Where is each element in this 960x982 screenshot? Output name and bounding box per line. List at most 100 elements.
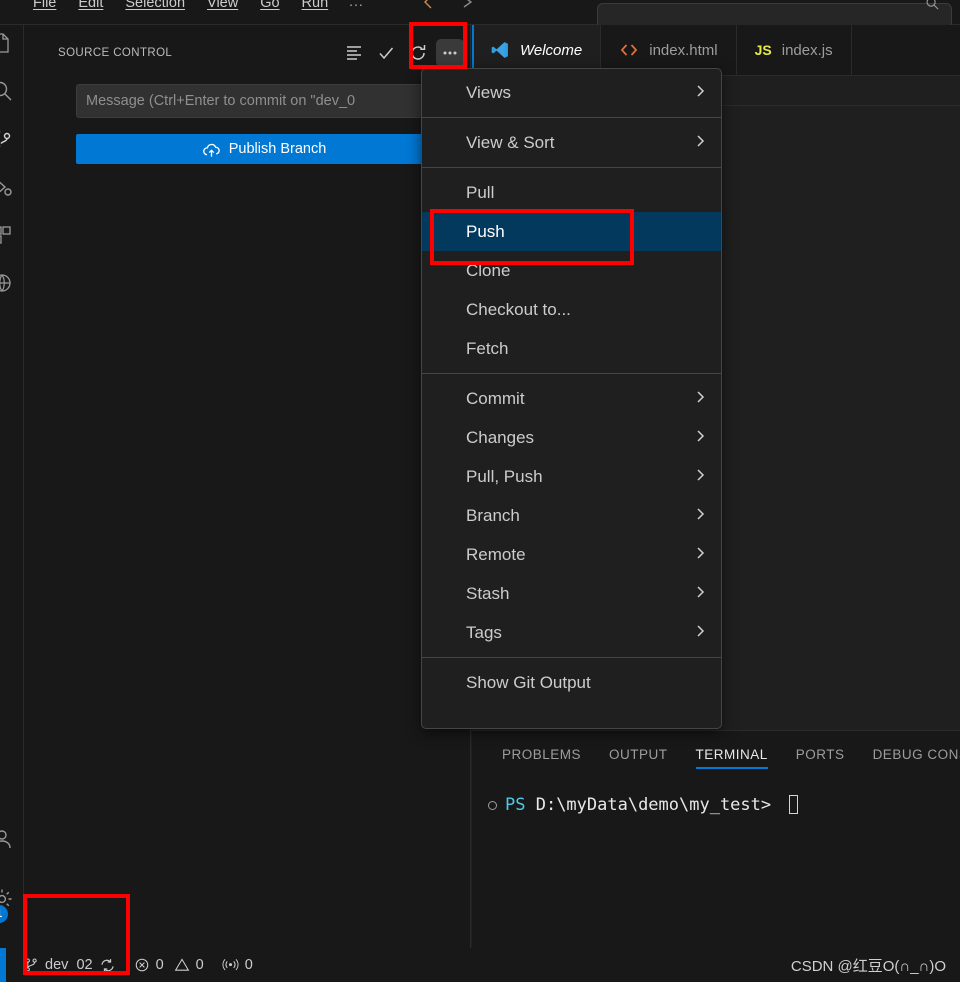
menu-item-tags[interactable]: Tags bbox=[422, 613, 721, 652]
arrow-right-icon[interactable] bbox=[458, 0, 476, 11]
vscode-logo-icon bbox=[490, 40, 510, 60]
panel-tab-bar: PROBLEMS OUTPUT TERMINAL PORTS DEBUG CON… bbox=[472, 731, 960, 777]
menu-item-changes[interactable]: Changes bbox=[422, 418, 721, 457]
menu-item-pull-push[interactable]: Pull, Push bbox=[422, 457, 721, 496]
status-ports-count: 0 bbox=[244, 957, 253, 973]
chevron-right-icon bbox=[694, 467, 707, 487]
menu-item-view-and-sort-label: View & Sort bbox=[466, 132, 555, 152]
menu-overflow-button[interactable]: ... bbox=[339, 0, 374, 9]
menu-item-view-and-sort[interactable]: View & Sort bbox=[422, 123, 721, 162]
source-control-header: SOURCE CONTROL bbox=[24, 35, 470, 70]
remote-indicator[interactable] bbox=[0, 948, 6, 982]
menu-separator bbox=[422, 657, 721, 658]
terminal-output[interactable]: PS D:\myData\demo\my_test> bbox=[472, 777, 960, 815]
menu-item-views-label: Views bbox=[466, 82, 512, 102]
menu-file-label: File bbox=[33, 0, 57, 11]
publish-branch-button[interactable]: Publish Branch bbox=[76, 134, 452, 164]
status-warning-count: 0 bbox=[195, 957, 204, 973]
menu-item-commit[interactable]: Commit bbox=[422, 379, 721, 418]
terminal-prompt-path: D:\myData\demo\my_test> bbox=[535, 795, 782, 815]
tab-index-html-label: index.html bbox=[649, 41, 718, 59]
menu-item-pull-push-label: Pull, Push bbox=[466, 466, 543, 486]
menu-item-checkout-to-label: Checkout to... bbox=[466, 299, 571, 319]
menu-run-label: Run bbox=[301, 0, 329, 11]
commit-message-input[interactable]: Message (Ctrl+Enter to commit on "dev_0 bbox=[76, 84, 452, 118]
list-icon[interactable] bbox=[340, 39, 368, 67]
menu-item-views[interactable]: Views bbox=[422, 73, 721, 112]
source-control-icon[interactable] bbox=[0, 115, 23, 163]
navigation-arrows bbox=[420, 0, 476, 11]
chevron-right-icon bbox=[694, 506, 707, 526]
arrow-left-icon[interactable] bbox=[420, 0, 438, 11]
menu-separator bbox=[422, 117, 721, 118]
menu-item-selection[interactable]: Selection bbox=[114, 0, 196, 16]
watermark: CSDN @红豆O(∩_∩)O bbox=[790, 957, 946, 975]
status-ports[interactable]: 0 bbox=[213, 948, 262, 982]
menu-item-changes-label: Changes bbox=[466, 427, 535, 447]
remote-icon[interactable] bbox=[0, 259, 23, 307]
menu-item-branch[interactable]: Branch bbox=[422, 496, 721, 535]
chevron-right-icon bbox=[694, 133, 707, 153]
menu-go-label: Go bbox=[260, 0, 280, 11]
menu-item-commit-label: Commit bbox=[466, 388, 525, 408]
terminal-cursor bbox=[789, 795, 799, 814]
menu-item-stash[interactable]: Stash bbox=[422, 574, 721, 613]
search-icon bbox=[925, 0, 940, 26]
extensions-icon[interactable] bbox=[0, 211, 23, 259]
menu-item-file[interactable]: File bbox=[22, 0, 67, 16]
chevron-right-icon bbox=[694, 428, 707, 448]
terminal-prompt-prefix: PS bbox=[505, 795, 536, 815]
menu-item-pull[interactable]: Pull bbox=[422, 173, 721, 212]
menu-item-go[interactable]: Go bbox=[249, 0, 290, 16]
tab-index-js-label: index.js bbox=[781, 41, 833, 59]
menu-edit-label: Edit bbox=[78, 0, 104, 11]
tab-problems[interactable]: PROBLEMS bbox=[502, 731, 581, 777]
files-icon[interactable] bbox=[0, 25, 23, 67]
check-icon[interactable] bbox=[372, 39, 400, 67]
menu-item-edit[interactable]: Edit bbox=[67, 0, 114, 16]
git-context-menu: Views View & Sort Pull Push Clone Checko… bbox=[421, 68, 722, 729]
cloud-upload-icon bbox=[202, 140, 221, 159]
account-icon[interactable] bbox=[0, 815, 23, 863]
error-icon bbox=[134, 957, 150, 973]
page-title: SOURCE CONTROL bbox=[58, 46, 173, 59]
menu-item-branch-label: Branch bbox=[466, 505, 520, 525]
tab-output[interactable]: OUTPUT bbox=[609, 731, 668, 777]
activity-bar: 1 bbox=[0, 25, 24, 948]
menu-separator bbox=[422, 373, 721, 374]
html-icon bbox=[619, 42, 639, 58]
menu-item-show-git-output-label: Show Git Output bbox=[466, 672, 591, 692]
menu-item-view[interactable]: View bbox=[196, 0, 249, 16]
chevron-right-icon bbox=[694, 83, 707, 103]
chevron-right-icon bbox=[694, 584, 707, 604]
commit-message-placeholder: Message (Ctrl+Enter to commit on "dev_0 bbox=[86, 93, 356, 109]
tab-debug-console[interactable]: DEBUG CONSOLE bbox=[873, 731, 960, 777]
menu-item-show-git-output[interactable]: Show Git Output bbox=[422, 663, 721, 702]
chevron-right-icon bbox=[694, 389, 707, 409]
vscode-window: File Edit Selection View Go Run ... SOUR… bbox=[0, 0, 960, 982]
menu-item-pull-label: Pull bbox=[466, 182, 495, 202]
warning-icon bbox=[174, 957, 190, 973]
tab-ports[interactable]: PORTS bbox=[796, 731, 845, 777]
menu-bar: File Edit Selection View Go Run ... bbox=[22, 0, 374, 25]
status-error-count: 0 bbox=[155, 957, 164, 973]
publish-branch-label: Publish Branch bbox=[228, 141, 327, 157]
tab-terminal[interactable]: TERMINAL bbox=[695, 731, 769, 777]
menu-separator bbox=[422, 167, 721, 168]
title-bar: File Edit Selection View Go Run ... bbox=[0, 0, 960, 29]
menu-view-label: View bbox=[207, 0, 239, 11]
status-problems[interactable]: 0 0 bbox=[125, 948, 213, 982]
annotation-box-branch-status bbox=[23, 894, 130, 975]
menu-item-fetch[interactable]: Fetch bbox=[422, 329, 721, 368]
tab-index-js[interactable]: JS index.js bbox=[737, 25, 852, 75]
menu-item-checkout-to[interactable]: Checkout to... bbox=[422, 290, 721, 329]
menu-item-remote[interactable]: Remote bbox=[422, 535, 721, 574]
menu-item-run[interactable]: Run bbox=[291, 0, 340, 16]
debug-icon[interactable] bbox=[0, 163, 23, 211]
status-bar: dev_02 0 0 0 CSDN @红豆O(∩_∩)O bbox=[0, 948, 960, 982]
menu-item-fetch-label: Fetch bbox=[466, 338, 509, 358]
search-icon[interactable] bbox=[0, 67, 23, 115]
radio-tower-icon bbox=[222, 957, 239, 974]
bottom-panel: PROBLEMS OUTPUT TERMINAL PORTS DEBUG CON… bbox=[472, 730, 960, 948]
annotation-box-more-actions bbox=[409, 22, 467, 69]
